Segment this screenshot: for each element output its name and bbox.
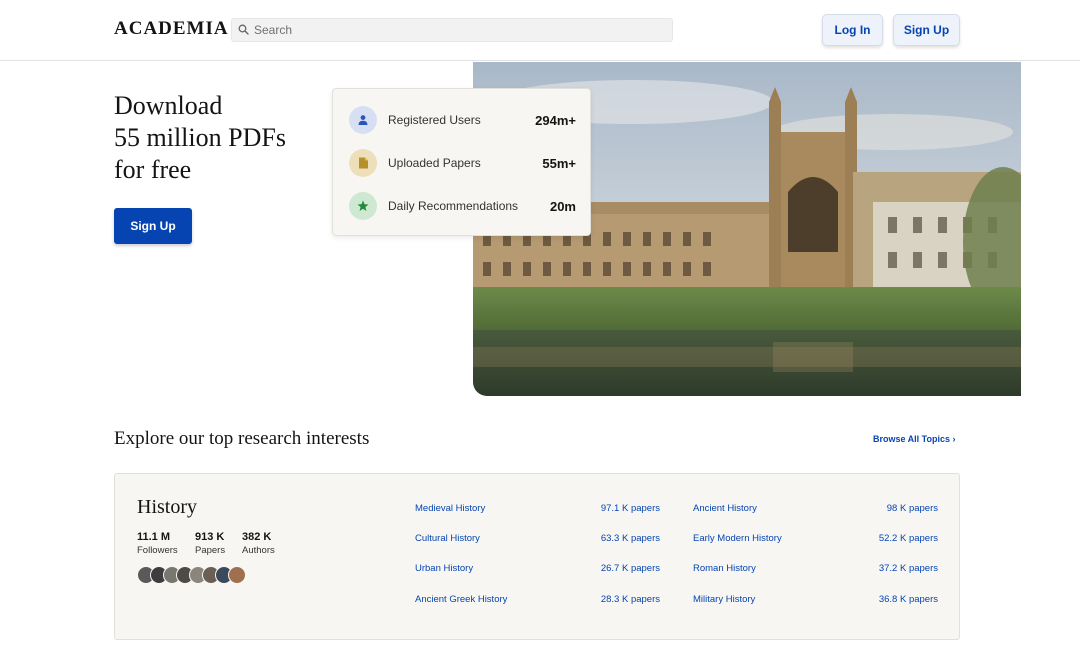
explore-section-title: Explore our top research interests [114, 428, 370, 449]
subtopic-link[interactable]: Early Modern History [693, 533, 782, 544]
stat-registered-users: Registered Users 294m+ [349, 106, 576, 134]
avatar [228, 566, 246, 584]
user-icon [349, 106, 377, 134]
stat-label: Followers [137, 545, 178, 556]
stat-number: 11.1 M [137, 531, 171, 543]
subtopic-link[interactable]: Medieval History [415, 503, 485, 514]
search-input[interactable] [254, 21, 664, 39]
stat-value: 20m [549, 198, 576, 214]
login-button[interactable]: Log In [822, 14, 883, 46]
hero-title-line: Download [114, 91, 223, 120]
subtopic-link[interactable]: Ancient Greek History [415, 594, 507, 605]
topic-stat-followers: 11.1 M Followers [137, 531, 178, 556]
signup-button-hero[interactable]: Sign Up [114, 208, 192, 244]
topic-card-history: History 11.1 M Followers 913 K Papers 38… [114, 473, 960, 640]
stat-number: 382 K [242, 531, 272, 543]
stat-value: 55m+ [542, 155, 576, 171]
site-header: ACADEMIA Log In Sign Up [0, 0, 1080, 61]
browse-all-topics-link[interactable]: Browse All Topics › [873, 434, 956, 444]
subtopic-count: 36.8 K papers [878, 594, 938, 605]
hero-title-line: 55 million PDFs [114, 123, 286, 152]
subtopic-count: 28.3 K papers [600, 594, 660, 605]
stat-number: 913 K [195, 531, 225, 543]
subtopic-count: 97.1 K papers [600, 503, 660, 514]
subtopic-count: 26.7 K papers [600, 563, 660, 574]
stat-uploaded-papers: Uploaded Papers 55m+ [349, 149, 576, 177]
topic-stat-papers: 913 K Papers [195, 531, 225, 556]
stat-label: Registered Users [388, 113, 481, 127]
document-icon [349, 149, 377, 177]
subtopic-link[interactable]: Roman History [693, 563, 756, 574]
subtopic-link[interactable]: Cultural History [415, 533, 480, 544]
stat-label: Papers [195, 545, 226, 556]
signup-button-header[interactable]: Sign Up [893, 14, 960, 46]
subtopic-count: 63.3 K papers [600, 533, 660, 544]
stat-label: Authors [242, 545, 275, 556]
topic-stat-authors: 382 K Authors [242, 531, 275, 556]
subtopic-count: 52.2 K papers [878, 533, 938, 544]
site-stats-card: Registered Users 294m+ Uploaded Papers 5… [332, 88, 591, 236]
topic-title[interactable]: History [137, 496, 197, 519]
hero-title: Download 55 million PDFs for free [114, 90, 334, 186]
star-icon [349, 192, 377, 220]
subtopic-link[interactable]: Military History [693, 594, 755, 605]
hero-title-line: for free [114, 155, 192, 184]
academia-logo[interactable]: ACADEMIA [114, 18, 229, 40]
stat-daily-recommendations: Daily Recommendations 20m [349, 192, 576, 220]
search-box[interactable] [231, 18, 673, 42]
stat-label: Daily Recommendations [388, 199, 519, 213]
stat-label: Uploaded Papers [388, 156, 481, 170]
stat-value: 294m+ [535, 112, 576, 128]
subtopic-count: 98 K papers [886, 503, 938, 514]
subtopic-count: 37.2 K papers [878, 563, 938, 574]
subtopic-link[interactable]: Urban History [415, 563, 473, 574]
subtopic-link[interactable]: Ancient History [693, 503, 757, 514]
search-icon [238, 24, 249, 35]
